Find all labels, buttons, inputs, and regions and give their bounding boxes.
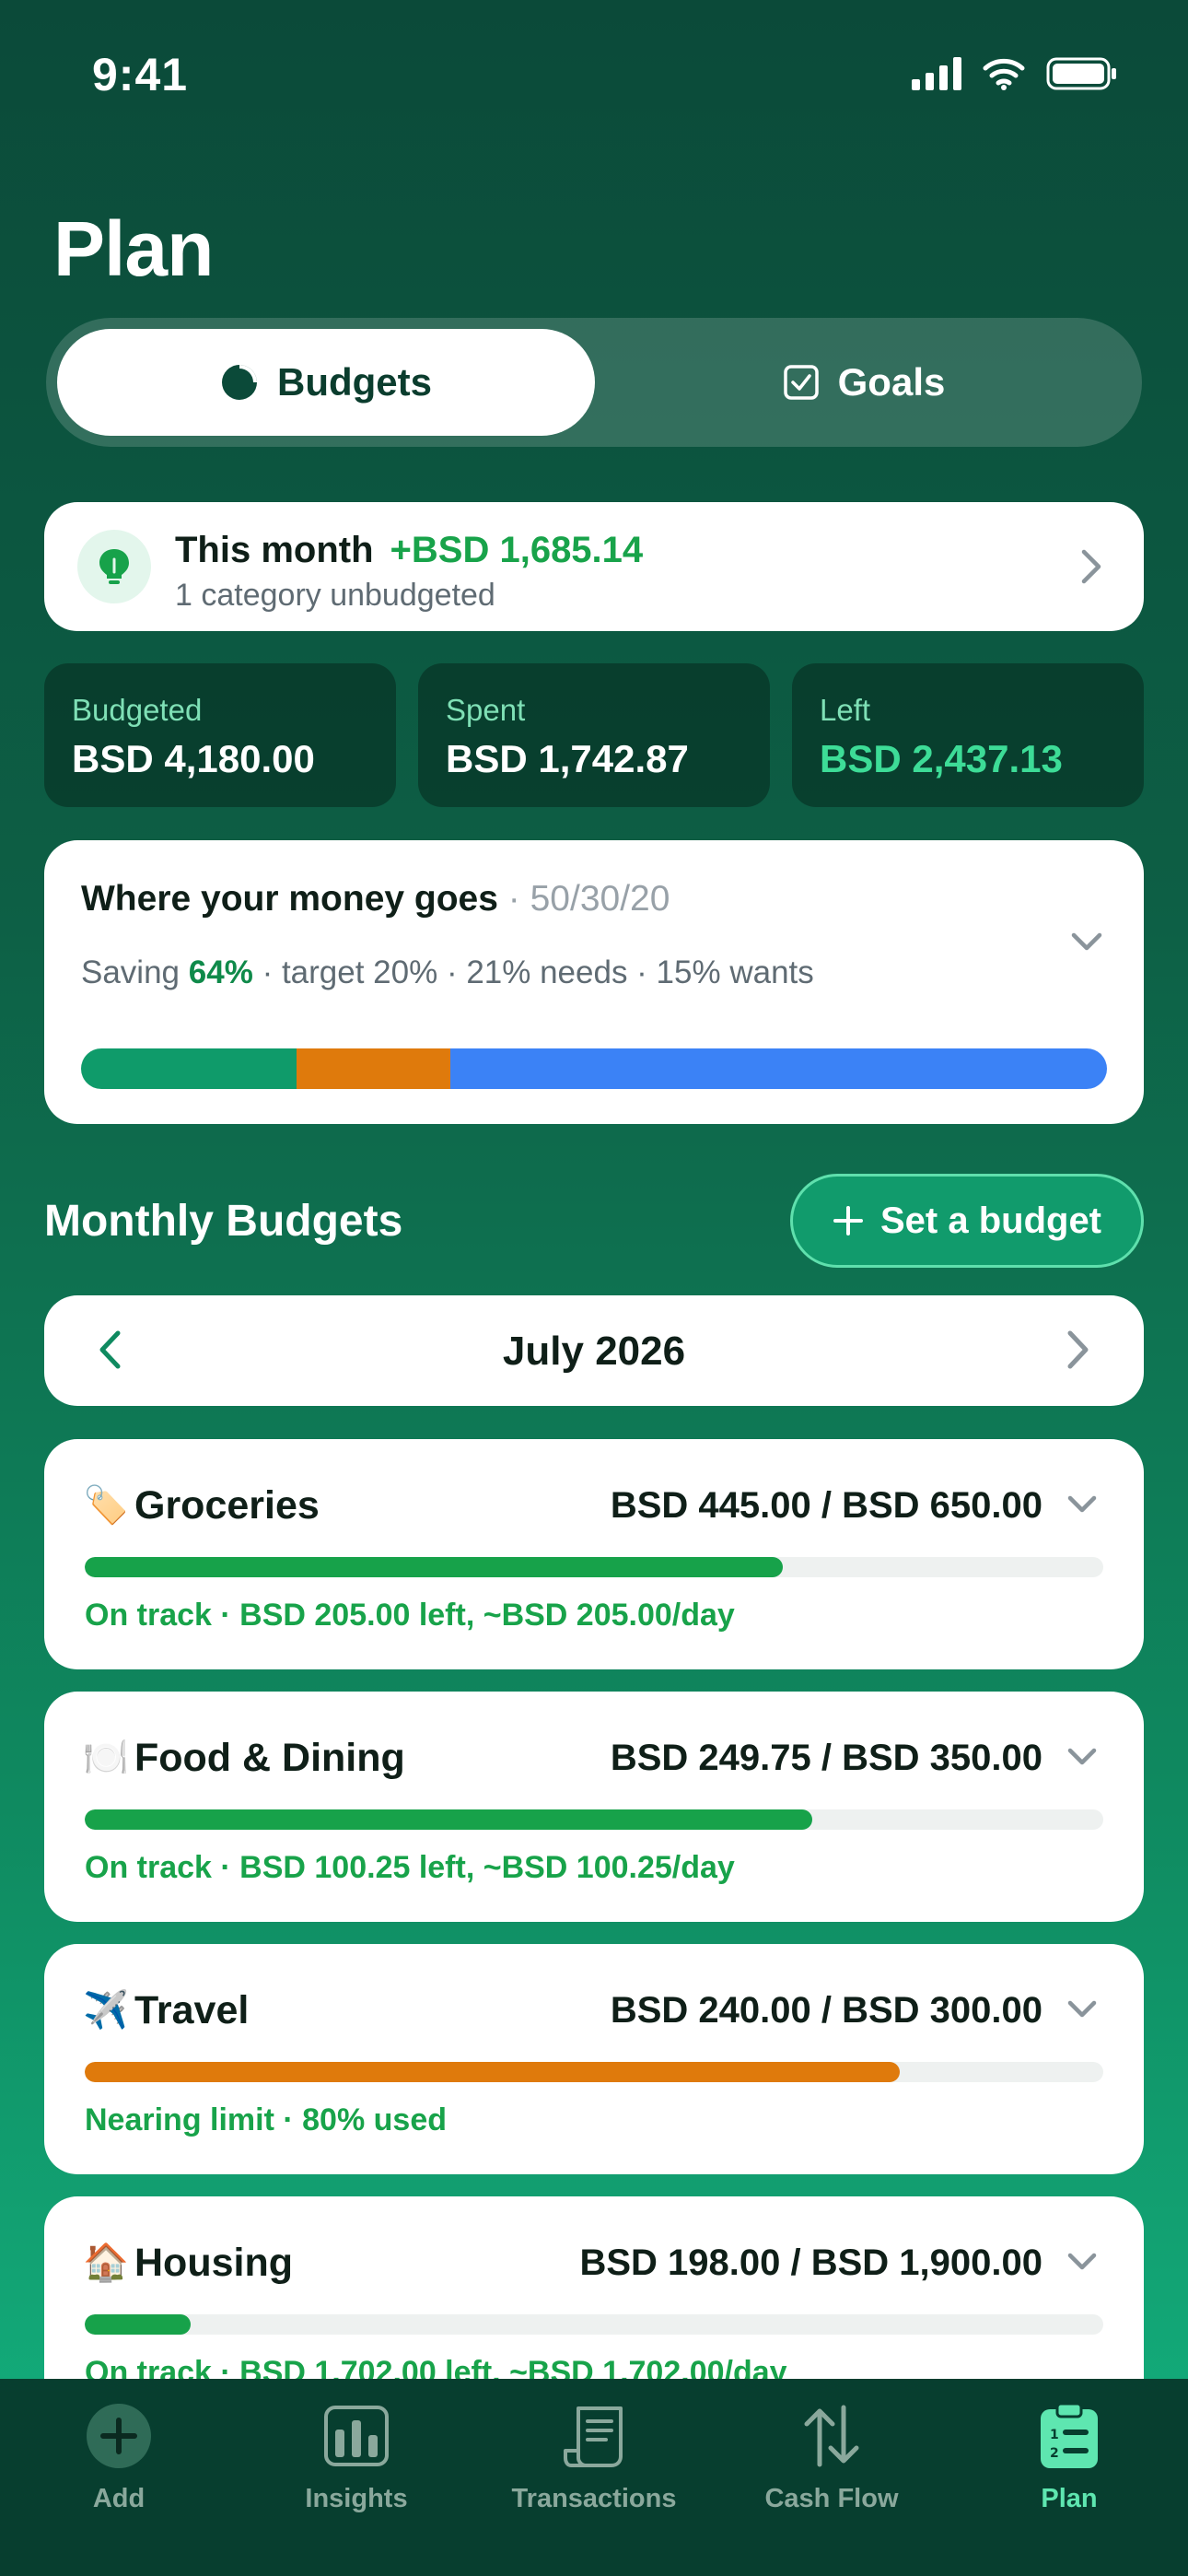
budget-progress-fill: [85, 2314, 192, 2335]
tab-cash-flow[interactable]: Cash Flow: [713, 2379, 950, 2576]
budget-amount: BSD 240.00 / BSD 300.00: [610, 1990, 1042, 2031]
summary-subtitle: 1 category unbudgeted: [175, 578, 495, 613]
summary-title: This month +BSD 1,685.14: [175, 530, 643, 571]
month-label: July 2026: [502, 1329, 686, 1374]
saving-percent: 64%: [188, 954, 253, 990]
tab-plan[interactable]: 1 2 Plan: [950, 2379, 1188, 2576]
budget-progress-track: [85, 1557, 1103, 1577]
budget-name: Travel: [134, 1988, 250, 2032]
plus-circle-icon: [77, 2399, 160, 2473]
bar-chart-icon: [315, 2399, 398, 2473]
arrows-up-down-icon: [790, 2399, 873, 2473]
budget-status: On track · BSD 205.00 left, ~BSD 205.00/…: [85, 1598, 735, 1633]
tab-plan-label: Plan: [1041, 2484, 1098, 2513]
budget-amount: BSD 249.75 / BSD 350.00: [610, 1738, 1042, 1778]
stat-left: Left BSD 2,437.13: [792, 663, 1144, 807]
summary-amount: +BSD 1,685.14: [390, 530, 644, 570]
stat-budgeted-value: BSD 4,180.00: [72, 737, 315, 780]
money-split-title-text: Where your money goes: [81, 879, 498, 919]
budget-progress-track: [85, 1809, 1103, 1830]
stat-budgeted: Budgeted BSD 4,180.00: [44, 663, 396, 807]
receipt-icon: [553, 2399, 635, 2473]
tab-insights[interactable]: Insights: [238, 2379, 475, 2576]
chevron-down-icon[interactable]: [1066, 1747, 1098, 1767]
money-split-bar: [81, 1048, 1107, 1089]
lightbulb-icon: [77, 530, 151, 603]
summary-title-text: This month: [175, 530, 374, 570]
tab-cash-flow-label: Cash Flow: [764, 2484, 899, 2513]
budget-name: Housing: [134, 2241, 293, 2285]
chevron-down-icon[interactable]: [1070, 931, 1103, 953]
tab-goals[interactable]: Goals: [595, 329, 1133, 436]
budget-progress-track: [85, 2314, 1103, 2335]
stat-spent-value: BSD 1,742.87: [446, 737, 689, 780]
budget-name: Groceries: [134, 1483, 320, 1528]
money-split-segment-needs: [81, 1048, 297, 1089]
wifi-icon: [983, 58, 1025, 90]
stat-left-label: Left: [820, 693, 871, 727]
money-split-card[interactable]: Where your money goes · 50/30/20 Saving …: [44, 840, 1144, 1124]
tag-icon: 🏷️: [83, 1485, 129, 1526]
stat-budgeted-label: Budgeted: [72, 693, 203, 727]
tab-goals-label: Goals: [837, 360, 946, 404]
stat-spent: Spent BSD 1,742.87: [418, 663, 770, 807]
airplane-icon: ✈️: [83, 1990, 129, 2031]
house-icon: 🏠: [83, 2242, 129, 2283]
chevron-down-icon[interactable]: [1066, 1494, 1098, 1515]
status-icons: [912, 57, 1118, 90]
budget-name: Food & Dining: [134, 1736, 405, 1780]
battery-icon: [1046, 57, 1116, 90]
chevron-right-icon: [1081, 549, 1101, 584]
tab-add[interactable]: Add: [0, 2379, 238, 2576]
money-split-segment-wants: [296, 1048, 451, 1089]
budget-card-travel[interactable]: ✈️ Travel BSD 240.00 / BSD 300.00 Nearin…: [44, 1944, 1144, 2174]
money-split-summary: Saving 64% · target 20% · 21% needs · 15…: [81, 954, 814, 991]
tab-transactions-label: Transactions: [511, 2484, 677, 2513]
chevron-right-icon[interactable]: [1065, 1329, 1092, 1371]
plate-icon: 🍽️: [83, 1738, 129, 1778]
month-summary-card[interactable]: This month +BSD 1,685.14 1 category unbud…: [44, 502, 1144, 631]
svg-text:1: 1: [1050, 2428, 1059, 2442]
svg-text:2: 2: [1050, 2446, 1059, 2461]
budget-progress-fill: [85, 1809, 812, 1830]
budget-card-groceries[interactable]: 🏷️ Groceries BSD 445.00 / BSD 650.00 On …: [44, 1439, 1144, 1669]
budget-amount: BSD 198.00 / BSD 1,900.00: [579, 2242, 1042, 2283]
saving-prefix: Saving: [81, 954, 181, 990]
budget-card-food-dining[interactable]: 🍽️ Food & Dining BSD 249.75 / BSD 350.00…: [44, 1692, 1144, 1922]
money-split-segment-saving: [450, 1048, 1107, 1089]
money-split-rule: · 50/30/20: [507, 879, 670, 919]
stat-spent-label: Spent: [446, 693, 526, 727]
chevron-down-icon[interactable]: [1066, 1999, 1098, 2020]
checkbox-icon: [783, 365, 819, 400]
tab-budgets[interactable]: Budgets: [57, 329, 595, 436]
status-bar: 9:41: [0, 0, 1188, 138]
clipboard-list-icon: 1 2: [1028, 2399, 1111, 2473]
page-title: Plan: [53, 205, 214, 292]
status-time: 9:41: [92, 49, 189, 100]
bottom-tab-bar: Add Insights Transactions Cash Flow 1 2 …: [0, 2379, 1188, 2576]
budget-progress-track: [85, 2062, 1103, 2082]
money-split-title: Where your money goes · 50/30/20: [81, 879, 670, 919]
money-split-details: · target 20% · 21% needs · 15% wants: [262, 954, 814, 990]
cellular-signal-icon: [912, 57, 961, 90]
budget-progress-fill: [85, 2062, 900, 2082]
month-selector: July 2026: [44, 1295, 1144, 1406]
plus-icon: [833, 1206, 863, 1235]
budget-status: Nearing limit · 80% used: [85, 2102, 447, 2137]
tab-insights-label: Insights: [305, 2484, 408, 2513]
tab-transactions[interactable]: Transactions: [475, 2379, 713, 2576]
budget-amount: BSD 445.00 / BSD 650.00: [610, 1485, 1042, 1526]
section-title: Monthly Budgets: [44, 1197, 403, 1246]
stat-left-value: BSD 2,437.13: [820, 737, 1063, 780]
budget-progress-fill: [85, 1557, 783, 1577]
segmented-control: Budgets Goals: [46, 318, 1142, 447]
pie-chart-icon: [222, 365, 257, 400]
tab-budgets-label: Budgets: [277, 360, 432, 404]
set-budget-label: Set a budget: [879, 1200, 1102, 1241]
chevron-down-icon[interactable]: [1066, 2252, 1098, 2272]
set-budget-button[interactable]: Set a budget: [790, 1174, 1144, 1268]
budget-status: On track · BSD 100.25 left, ~BSD 100.25/…: [85, 1850, 735, 1885]
tab-add-label: Add: [92, 2484, 146, 2513]
